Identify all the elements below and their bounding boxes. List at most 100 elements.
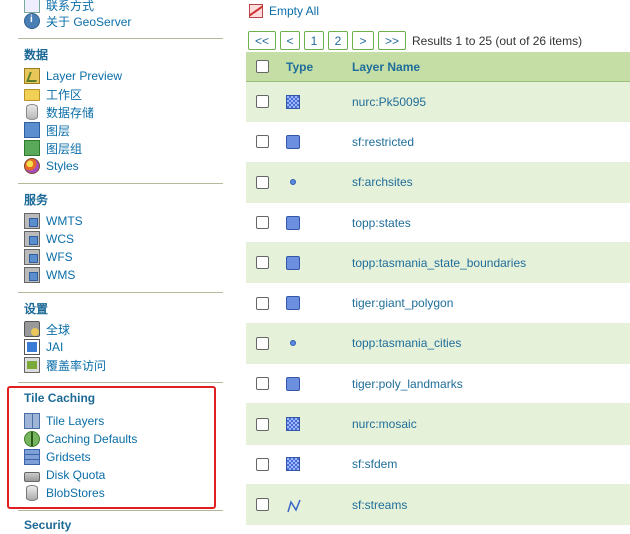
row-checkbox[interactable] <box>255 417 269 431</box>
table-body: nurc:Pk50095 sf:restricted sf:archsites top… <box>246 82 630 526</box>
sidebar-item-jai[interactable]: JAI <box>24 338 63 356</box>
styles-icon <box>24 158 40 174</box>
layer-name-link[interactable]: sf:streams <box>352 498 630 512</box>
raster-layer-icon <box>286 417 300 432</box>
sidebar-item-label: Gridsets <box>46 450 91 464</box>
results-count: Results 1 to 25 (out of 26 items) <box>412 33 583 48</box>
sidebar-item-layer-preview[interactable]: Layer Preview <box>24 67 122 85</box>
layer-name-link[interactable]: sf:archsites <box>352 175 630 189</box>
page-2-button[interactable]: 2 <box>328 31 348 50</box>
global-settings-icon <box>24 321 40 337</box>
sidebar-item-label: 关于 GeoServer <box>46 14 132 29</box>
sidebar-item-wms[interactable]: WMS <box>24 266 75 284</box>
empty-cache-icon <box>249 4 263 18</box>
row-checkbox[interactable] <box>255 216 269 230</box>
page-1-button[interactable]: 1 <box>304 31 324 50</box>
jai-icon <box>24 339 40 355</box>
previous-page-button[interactable]: < <box>280 31 300 50</box>
sidebar-item-global[interactable]: 全球 <box>24 320 70 338</box>
table-row: nurc:Pk50095 <box>246 82 630 123</box>
row-checkbox[interactable] <box>255 135 269 149</box>
layer-name-link[interactable]: topp:tasmania_cities <box>352 336 630 350</box>
sidebar-item-label: JAI <box>46 340 64 354</box>
row-checkbox[interactable] <box>255 296 269 310</box>
sidebar-item-caching-defaults[interactable]: Caching Defaults <box>24 430 137 448</box>
sidebar: 联系方式 关于 GeoServer 数据 Layer Preview 工作区 数… <box>0 0 230 534</box>
sidebar-item-label: 全球 <box>46 322 71 337</box>
coverage-access-icon <box>24 357 40 373</box>
layer-name-link[interactable]: topp:states <box>352 216 630 230</box>
sidebar-item-label: Disk Quota <box>46 468 106 482</box>
row-checkbox[interactable] <box>255 175 269 189</box>
layer-preview-icon <box>24 68 40 84</box>
layer-name-link[interactable]: nurc:Pk50095 <box>352 95 630 109</box>
type-column-header[interactable]: Type <box>278 60 352 74</box>
sidebar-item-layers[interactable]: 图层 <box>24 121 70 139</box>
sidebar-item-label: WFS <box>46 250 73 264</box>
service-icon <box>24 213 40 229</box>
layer-name-link[interactable]: nurc:mosaic <box>352 417 630 431</box>
layer-icon <box>24 122 40 138</box>
sidebar-item-styles[interactable]: Styles <box>24 157 79 175</box>
sidebar-item-gridsets[interactable]: Gridsets <box>24 448 91 466</box>
sidebar-item-wfs[interactable]: WFS <box>24 248 73 266</box>
sidebar-item-label: WMS <box>46 268 76 282</box>
sidebar-item-label: Layer Preview <box>46 69 123 83</box>
sidebar-item-disk-quota[interactable]: Disk Quota <box>24 466 105 484</box>
section-title-tile-caching: Tile Caching <box>24 391 96 405</box>
divider <box>18 382 223 383</box>
table-row: sf:sfdem <box>246 445 630 485</box>
sidebar-item-wcs[interactable]: WCS <box>24 230 74 248</box>
first-page-button[interactable]: << <box>248 31 276 50</box>
sidebar-item-label: 图层 <box>46 123 71 138</box>
layer-name-link[interactable]: sf:sfdem <box>352 457 630 471</box>
layer-name-link[interactable]: tiger:giant_polygon <box>352 296 630 310</box>
row-checkbox[interactable] <box>255 498 269 512</box>
table-row: sf:streams <box>246 484 630 526</box>
sidebar-item-about[interactable]: 关于 GeoServer <box>24 12 131 30</box>
sidebar-item-label: Tile Layers <box>46 414 105 428</box>
select-all-checkbox[interactable] <box>255 60 269 73</box>
sidebar-item-label: 工作区 <box>46 87 83 102</box>
polygon-layer-icon <box>286 296 300 311</box>
layer-name-column-header[interactable]: Layer Name <box>352 60 630 74</box>
sidebar-item-tile-layers[interactable]: Tile Layers <box>24 412 104 430</box>
empty-all-label: Empty All <box>269 4 320 18</box>
sidebar-item-blobstores[interactable]: BlobStores <box>24 484 105 502</box>
row-checkbox[interactable] <box>255 336 269 350</box>
last-page-button[interactable]: >> <box>378 31 406 50</box>
layer-group-icon <box>24 140 40 156</box>
raster-layer-icon <box>286 457 300 472</box>
section-title-settings: 设置 <box>24 302 49 316</box>
layer-name-link[interactable]: tiger:poly_landmarks <box>352 377 630 391</box>
tile-layers-icon <box>24 413 40 429</box>
sidebar-item-label: Styles <box>46 159 79 173</box>
sidebar-item-workspaces[interactable]: 工作区 <box>24 85 82 103</box>
section-title-security: Security <box>24 518 72 532</box>
row-checkbox[interactable] <box>255 377 269 391</box>
database-icon <box>26 104 38 120</box>
row-checkbox[interactable] <box>255 95 269 109</box>
sidebar-item-wmts[interactable]: WMTS <box>24 212 83 230</box>
caching-defaults-icon <box>24 431 40 447</box>
row-checkbox[interactable] <box>255 256 269 270</box>
sidebar-item-coverage-access[interactable]: 覆盖率访问 <box>24 356 106 374</box>
divider <box>18 292 223 293</box>
section-title-data: 数据 <box>24 48 49 62</box>
info-icon <box>24 13 40 29</box>
table-row: tiger:giant_polygon <box>246 283 630 324</box>
divider <box>18 183 223 184</box>
disk-quota-icon <box>24 471 40 482</box>
sidebar-item-layer-groups[interactable]: 图层组 <box>24 139 82 157</box>
table-row: tiger:poly_landmarks <box>246 364 630 405</box>
row-checkbox[interactable] <box>255 457 269 471</box>
raster-layer-icon <box>286 94 300 109</box>
next-page-button[interactable]: > <box>352 31 374 50</box>
table-header: Type Layer Name <box>246 52 630 82</box>
empty-all-link[interactable]: Empty All <box>249 3 319 19</box>
layer-name-link[interactable]: sf:restricted <box>352 135 630 149</box>
table-row: topp:states <box>246 203 630 244</box>
sidebar-item-stores[interactable]: 数据存储 <box>24 103 94 121</box>
layer-name-link[interactable]: topp:tasmania_state_boundaries <box>352 256 630 270</box>
polygon-layer-icon <box>286 376 300 391</box>
